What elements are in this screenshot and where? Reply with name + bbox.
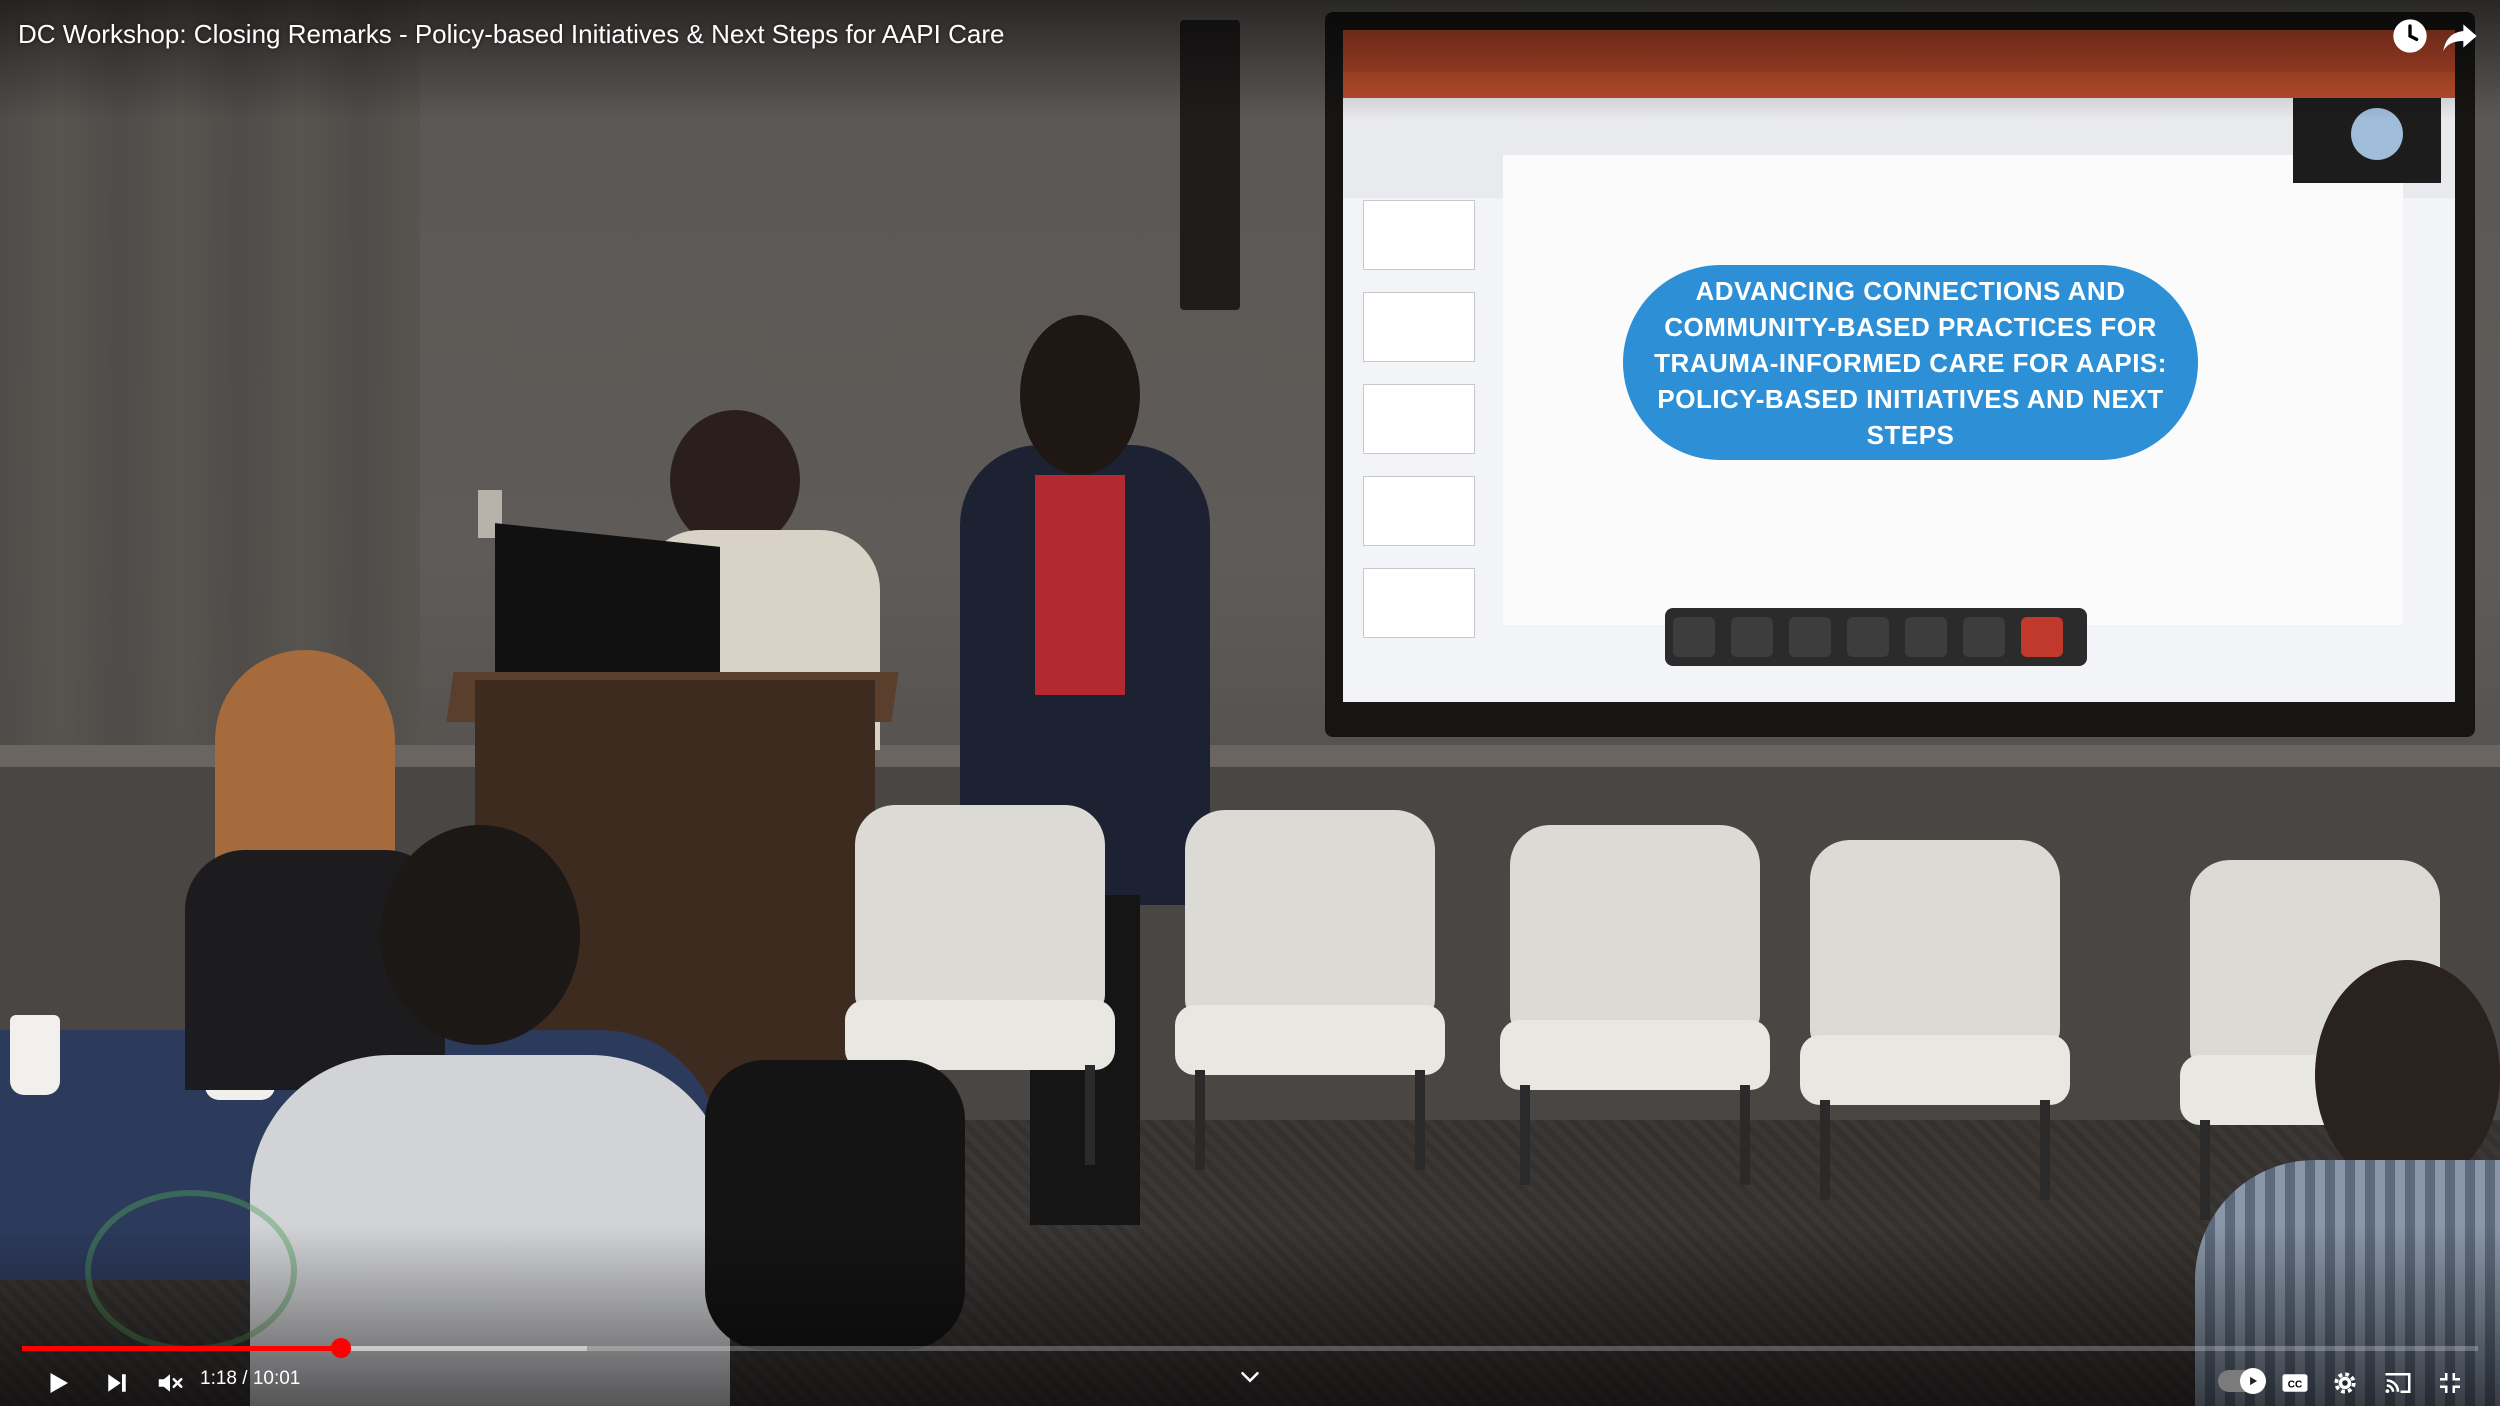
captions-icon: CC xyxy=(2282,1374,2308,1392)
zoom-end-button xyxy=(2021,617,2063,657)
chair xyxy=(1800,840,2070,1200)
share-button[interactable] xyxy=(2440,16,2480,56)
gear-icon xyxy=(2334,1372,2356,1394)
exit-fullscreen-icon xyxy=(2440,1373,2460,1393)
speaker-blouse xyxy=(1035,475,1125,695)
slide-thumbnail xyxy=(1363,476,1475,546)
person-head xyxy=(670,410,800,550)
captions-button[interactable]: CC xyxy=(2275,1360,2315,1406)
played-bar xyxy=(22,1346,342,1351)
current-slide: ADVANCING CONNECTIONS AND COMMUNITY-BASE… xyxy=(1503,155,2403,625)
svg-text:CC: CC xyxy=(2288,1379,2302,1390)
presentation-screen: ADVANCING CONNECTIONS AND COMMUNITY-BASE… xyxy=(1343,30,2455,702)
zoom-react-button xyxy=(1905,617,1947,657)
volume-muted-icon xyxy=(158,1374,183,1392)
autoplay-toggle[interactable] xyxy=(2218,1368,2266,1394)
slide-thumbnail xyxy=(1363,292,1475,362)
coffee-cup xyxy=(10,1015,60,1095)
more-videos-button[interactable] xyxy=(1235,1362,1265,1392)
slide-thumbnail xyxy=(1363,200,1475,270)
slide-title-pill: ADVANCING CONNECTIONS AND COMMUNITY-BASE… xyxy=(1623,265,2198,460)
mute-button[interactable] xyxy=(150,1360,190,1406)
video-title[interactable]: DC Workshop: Closing Remarks - Policy-ba… xyxy=(18,14,1004,54)
clock-icon xyxy=(2393,19,2427,53)
video-player[interactable]: ADVANCING CONNECTIONS AND COMMUNITY-BASE… xyxy=(0,0,2500,1406)
next-icon xyxy=(108,1374,126,1392)
time-display: 1:18 / 10:01 xyxy=(200,1368,301,1389)
zoom-audio-button xyxy=(1673,617,1715,657)
chair xyxy=(1175,810,1445,1170)
cast-button[interactable] xyxy=(2378,1360,2418,1406)
share-icon xyxy=(2443,24,2477,51)
zoom-control-bar xyxy=(1665,608,2087,666)
watch-later-button[interactable] xyxy=(2390,16,2430,56)
slide-title: ADVANCING CONNECTIONS AND COMMUNITY-BASE… xyxy=(1654,275,2167,450)
zoom-more-button xyxy=(1963,617,2005,657)
video-frame[interactable]: ADVANCING CONNECTIONS AND COMMUNITY-BASE… xyxy=(0,0,2500,1406)
play-button[interactable] xyxy=(38,1360,78,1406)
progress-bar[interactable] xyxy=(22,1338,2478,1358)
zoom-share-button xyxy=(1789,617,1831,657)
play-icon xyxy=(50,1373,68,1393)
cast-icon xyxy=(2385,1373,2411,1393)
speaker-head xyxy=(1020,315,1140,475)
zoom-video-button xyxy=(1731,617,1773,657)
slide-thumbnail xyxy=(1363,384,1475,454)
next-button[interactable] xyxy=(97,1360,137,1406)
slide-thumbnail xyxy=(1363,568,1475,638)
slide-thumbnails xyxy=(1363,200,1475,638)
fullscreen-button[interactable] xyxy=(2430,1360,2470,1406)
chevron-down-icon xyxy=(1241,1372,1259,1383)
autoplay-toggle-icon xyxy=(2240,1368,2266,1394)
chair xyxy=(1500,825,1770,1185)
settings-button[interactable] xyxy=(2325,1360,2365,1406)
zoom-view-button xyxy=(1847,617,1889,657)
